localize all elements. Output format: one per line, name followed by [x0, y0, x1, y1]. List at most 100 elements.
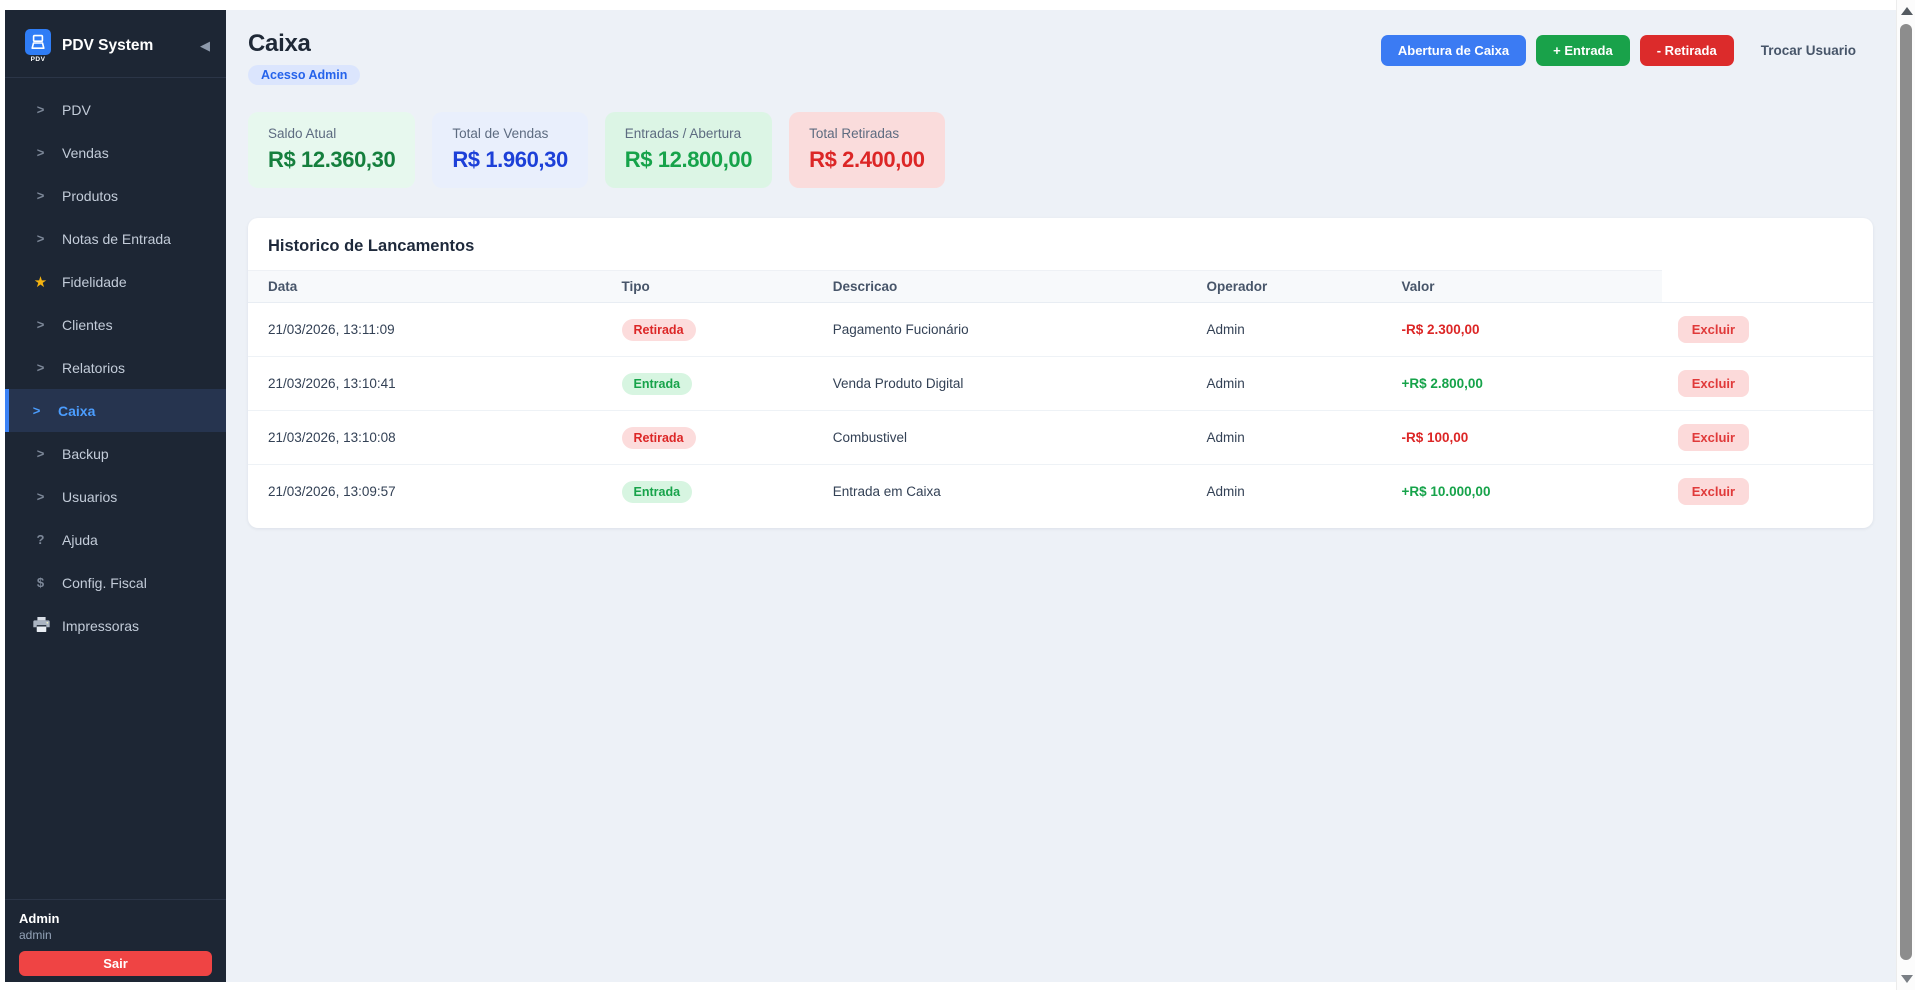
delete-button[interactable]: Excluir — [1678, 370, 1749, 397]
dollar-icon: $ — [33, 575, 48, 590]
sidebar-item-label: Vendas — [62, 145, 109, 161]
table-row: 21/03/2026, 13:10:41 Entrada Venda Produ… — [248, 357, 1873, 411]
page-title: Caixa — [248, 30, 360, 58]
sidebar-item-clientes[interactable]: > Clientes — [5, 303, 226, 346]
user-username: admin — [19, 928, 212, 942]
chevron-right-icon: > — [33, 360, 48, 375]
page-header: Caixa Acesso Admin Abertura de Caixa + E… — [248, 30, 1873, 85]
cell-operator: Admin — [1191, 465, 1386, 519]
scrollbar-thumb[interactable] — [1900, 24, 1912, 960]
scroll-down-arrow-icon[interactable] — [1901, 975, 1913, 983]
history-card: Historico de Lancamentos Data Tipo Descr… — [248, 218, 1873, 528]
chevron-right-icon: > — [33, 446, 48, 461]
cell-value: -R$ 2.300,00 — [1386, 303, 1662, 357]
history-table: Data Tipo Descricao Operador Valor 21/03… — [248, 270, 1873, 518]
sidebar-item-ajuda[interactable]: ? Ajuda — [5, 518, 226, 561]
cell-date: 21/03/2026, 13:11:09 — [248, 303, 606, 357]
sidebar-item-label: Notas de Entrada — [62, 231, 171, 247]
stat-label: Saldo Atual — [268, 126, 395, 141]
scroll-up-arrow-icon[interactable] — [1901, 7, 1913, 15]
stat-label: Total Retiradas — [809, 126, 924, 141]
sidebar-item-label: Fidelidade — [62, 274, 127, 290]
sidebar-item-label: Clientes — [62, 317, 113, 333]
stat-card-total-vendas: Total de Vendas R$ 1.960,30 — [432, 112, 587, 188]
cell-operator: Admin — [1191, 303, 1386, 357]
sidebar-item-label: Ajuda — [62, 532, 98, 548]
stat-value: R$ 2.400,00 — [809, 147, 924, 173]
sidebar-item-label: Usuarios — [62, 489, 117, 505]
column-header-operador: Operador — [1191, 271, 1386, 303]
cell-description: Venda Produto Digital — [817, 357, 1191, 411]
user-name: Admin — [19, 911, 212, 926]
sidebar-collapse-icon[interactable]: ◀ — [200, 38, 210, 54]
app-window: PDV PDV System ◀ > PDV > Vendas > Produt… — [5, 10, 1896, 982]
column-header-valor: Valor — [1386, 271, 1662, 303]
column-header-descricao: Descricao — [817, 271, 1191, 303]
open-cash-register-button[interactable]: Abertura de Caixa — [1381, 35, 1526, 66]
stat-value: R$ 12.360,30 — [268, 147, 395, 173]
chevron-right-icon: > — [33, 231, 48, 246]
sidebar-item-produtos[interactable]: > Produtos — [5, 174, 226, 217]
printer-icon — [33, 617, 48, 635]
sidebar-item-pdv[interactable]: > PDV — [5, 88, 226, 131]
cell-value: +R$ 2.800,00 — [1386, 357, 1662, 411]
cell-date: 21/03/2026, 13:10:41 — [248, 357, 606, 411]
sidebar-item-notas-de-entrada[interactable]: > Notas de Entrada — [5, 217, 226, 260]
logo-caption: PDV — [31, 56, 46, 63]
sidebar-item-label: PDV — [62, 102, 91, 118]
table-title: Historico de Lancamentos — [248, 218, 1873, 270]
sidebar-item-usuarios[interactable]: > Usuarios — [5, 475, 226, 518]
delete-button[interactable]: Excluir — [1678, 478, 1749, 505]
table-header-row: Data Tipo Descricao Operador Valor — [248, 271, 1873, 303]
delete-button[interactable]: Excluir — [1678, 316, 1749, 343]
table-row: 21/03/2026, 13:10:08 Retirada Combustive… — [248, 411, 1873, 465]
sidebar: PDV PDV System ◀ > PDV > Vendas > Produt… — [5, 10, 226, 982]
chevron-right-icon: > — [33, 317, 48, 332]
stat-label: Total de Vendas — [452, 126, 567, 141]
stat-cards: Saldo Atual R$ 12.360,30 Total de Vendas… — [248, 112, 1873, 188]
sidebar-item-backup[interactable]: > Backup — [5, 432, 226, 475]
stat-value: R$ 1.960,30 — [452, 147, 567, 173]
sidebar-item-label: Impressoras — [62, 618, 139, 634]
cash-register-icon — [25, 29, 51, 55]
chevron-right-icon: > — [33, 102, 48, 117]
type-badge: Entrada — [622, 373, 693, 395]
stat-card-entradas-abertura: Entradas / Abertura R$ 12.800,00 — [605, 112, 772, 188]
chevron-right-icon: > — [29, 403, 44, 418]
cell-value: -R$ 100,00 — [1386, 411, 1662, 465]
chevron-right-icon: > — [33, 489, 48, 504]
header-actions: Abertura de Caixa + Entrada - Retirada T… — [1381, 35, 1873, 66]
brand-header: PDV PDV System ◀ — [5, 10, 226, 78]
sidebar-item-label: Caixa — [58, 403, 95, 419]
main-content: Caixa Acesso Admin Abertura de Caixa + E… — [226, 10, 1896, 982]
sidebar-item-label: Backup — [62, 446, 109, 462]
logout-button[interactable]: Sair — [19, 951, 212, 976]
app-title: PDV System — [62, 37, 189, 55]
table-row: 21/03/2026, 13:09:57 Entrada Entrada em … — [248, 465, 1873, 519]
cell-description: Pagamento Fucionário — [817, 303, 1191, 357]
column-header-tipo: Tipo — [606, 271, 817, 303]
cell-operator: Admin — [1191, 411, 1386, 465]
switch-user-button[interactable]: Trocar Usuario — [1744, 35, 1873, 66]
sidebar-item-config-fiscal[interactable]: $ Config. Fiscal — [5, 561, 226, 604]
sidebar-item-relatorios[interactable]: > Relatorios — [5, 346, 226, 389]
chevron-right-icon: > — [33, 188, 48, 203]
stat-label: Entradas / Abertura — [625, 126, 752, 141]
sidebar-item-fidelidade[interactable]: ★ Fidelidade — [5, 260, 226, 303]
sidebar-item-caixa[interactable]: > Caixa — [5, 389, 226, 432]
cell-date: 21/03/2026, 13:09:57 — [248, 465, 606, 519]
sidebar-item-impressoras[interactable]: Impressoras — [5, 604, 226, 647]
cell-operator: Admin — [1191, 357, 1386, 411]
sidebar-item-label: Produtos — [62, 188, 118, 204]
cell-value: +R$ 10.000,00 — [1386, 465, 1662, 519]
withdraw-button[interactable]: - Retirada — [1640, 35, 1734, 66]
question-mark-icon: ? — [33, 532, 48, 547]
type-badge: Retirada — [622, 319, 696, 341]
add-entry-button[interactable]: + Entrada — [1536, 35, 1630, 66]
table-row: 21/03/2026, 13:11:09 Retirada Pagamento … — [248, 303, 1873, 357]
sidebar-item-vendas[interactable]: > Vendas — [5, 131, 226, 174]
delete-button[interactable]: Excluir — [1678, 424, 1749, 451]
vertical-scrollbar[interactable] — [1896, 0, 1915, 990]
sidebar-footer: Admin admin Sair — [5, 899, 226, 982]
sidebar-item-label: Relatorios — [62, 360, 125, 376]
